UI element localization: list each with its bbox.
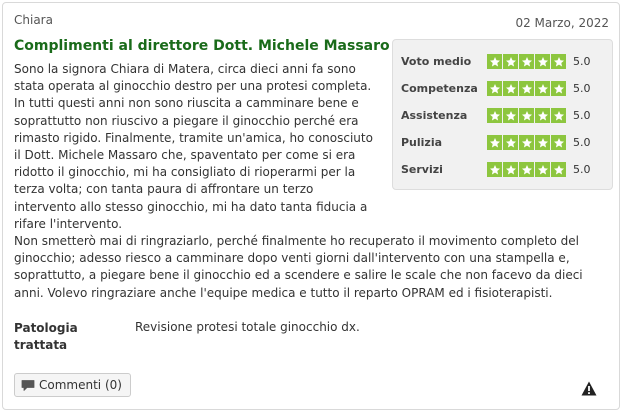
review-body: Sono la signora Chiara di Matera, circa …: [14, 61, 584, 302]
warning-icon[interactable]: [581, 381, 597, 396]
review-body-paragraph-1: Sono la signora Chiara di Matera, circa …: [14, 62, 373, 231]
review-body-paragraph-2: Non smetterò mai di ringraziarlo, perché…: [14, 234, 583, 300]
review-title: Complimenti al direttore Dott. Michele M…: [14, 38, 390, 54]
comments-button[interactable]: Commenti (0): [14, 373, 131, 397]
comment-icon: [21, 379, 35, 391]
patologia-value: Revisione protesi totale ginocchio dx.: [135, 320, 360, 334]
review-author: Chiara: [14, 13, 53, 27]
review-card: Chiara 02 Marzo, 2022 Complimenti al dir…: [2, 2, 620, 410]
review-date: 02 Marzo, 2022: [515, 16, 609, 30]
patologia-label: Patologia trattata: [14, 321, 78, 352]
comments-label: Commenti (0): [39, 378, 122, 392]
